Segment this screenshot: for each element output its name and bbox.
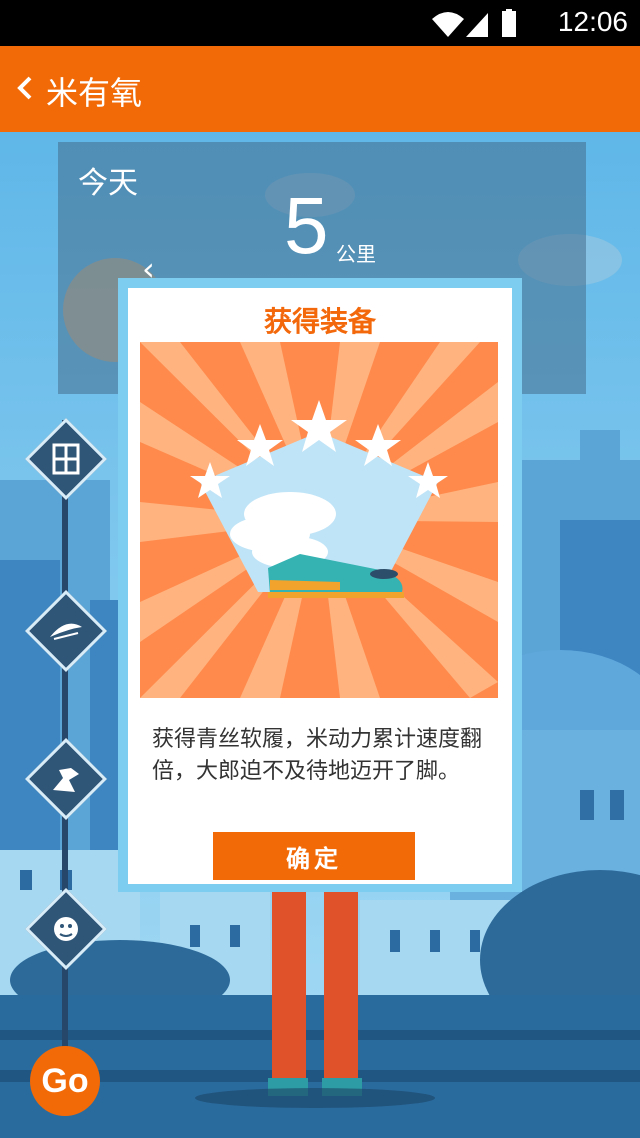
door-icon xyxy=(52,443,80,475)
winged-shoe-icon xyxy=(140,342,498,698)
app-title: 米有氧 xyxy=(46,74,143,112)
distance-value: 5 xyxy=(284,181,329,270)
confirm-button[interactable]: 确定 xyxy=(213,832,415,880)
go-button[interactable]: Go xyxy=(30,1046,100,1116)
today-label: 今天 xyxy=(78,166,138,201)
status-icons xyxy=(432,9,516,37)
dialog-title: 获得装备 xyxy=(263,305,376,338)
sprint-icon xyxy=(53,768,79,792)
wing-icon xyxy=(50,623,82,640)
clock: 12:06 xyxy=(557,6,628,37)
app-bar: 米有氧 xyxy=(0,46,640,132)
wifi-icon xyxy=(432,12,464,37)
reward-dialog: 获得装备 获得青丝软履，米动力累计速度翻倍，大郎迫不及待地迈开了脚。 确定 xyxy=(128,288,512,884)
dialog-message: 获得青丝软履，米动力累计速度翻倍，大郎迫不及待地迈开了脚。 xyxy=(152,727,483,784)
status-bar: 12:06 xyxy=(0,0,640,46)
chevron-left-icon[interactable] xyxy=(12,68,40,108)
distance-unit: 公里 xyxy=(336,242,376,266)
battery-icon xyxy=(502,9,516,37)
signal-icon xyxy=(466,13,488,37)
beast-icon xyxy=(54,917,78,941)
